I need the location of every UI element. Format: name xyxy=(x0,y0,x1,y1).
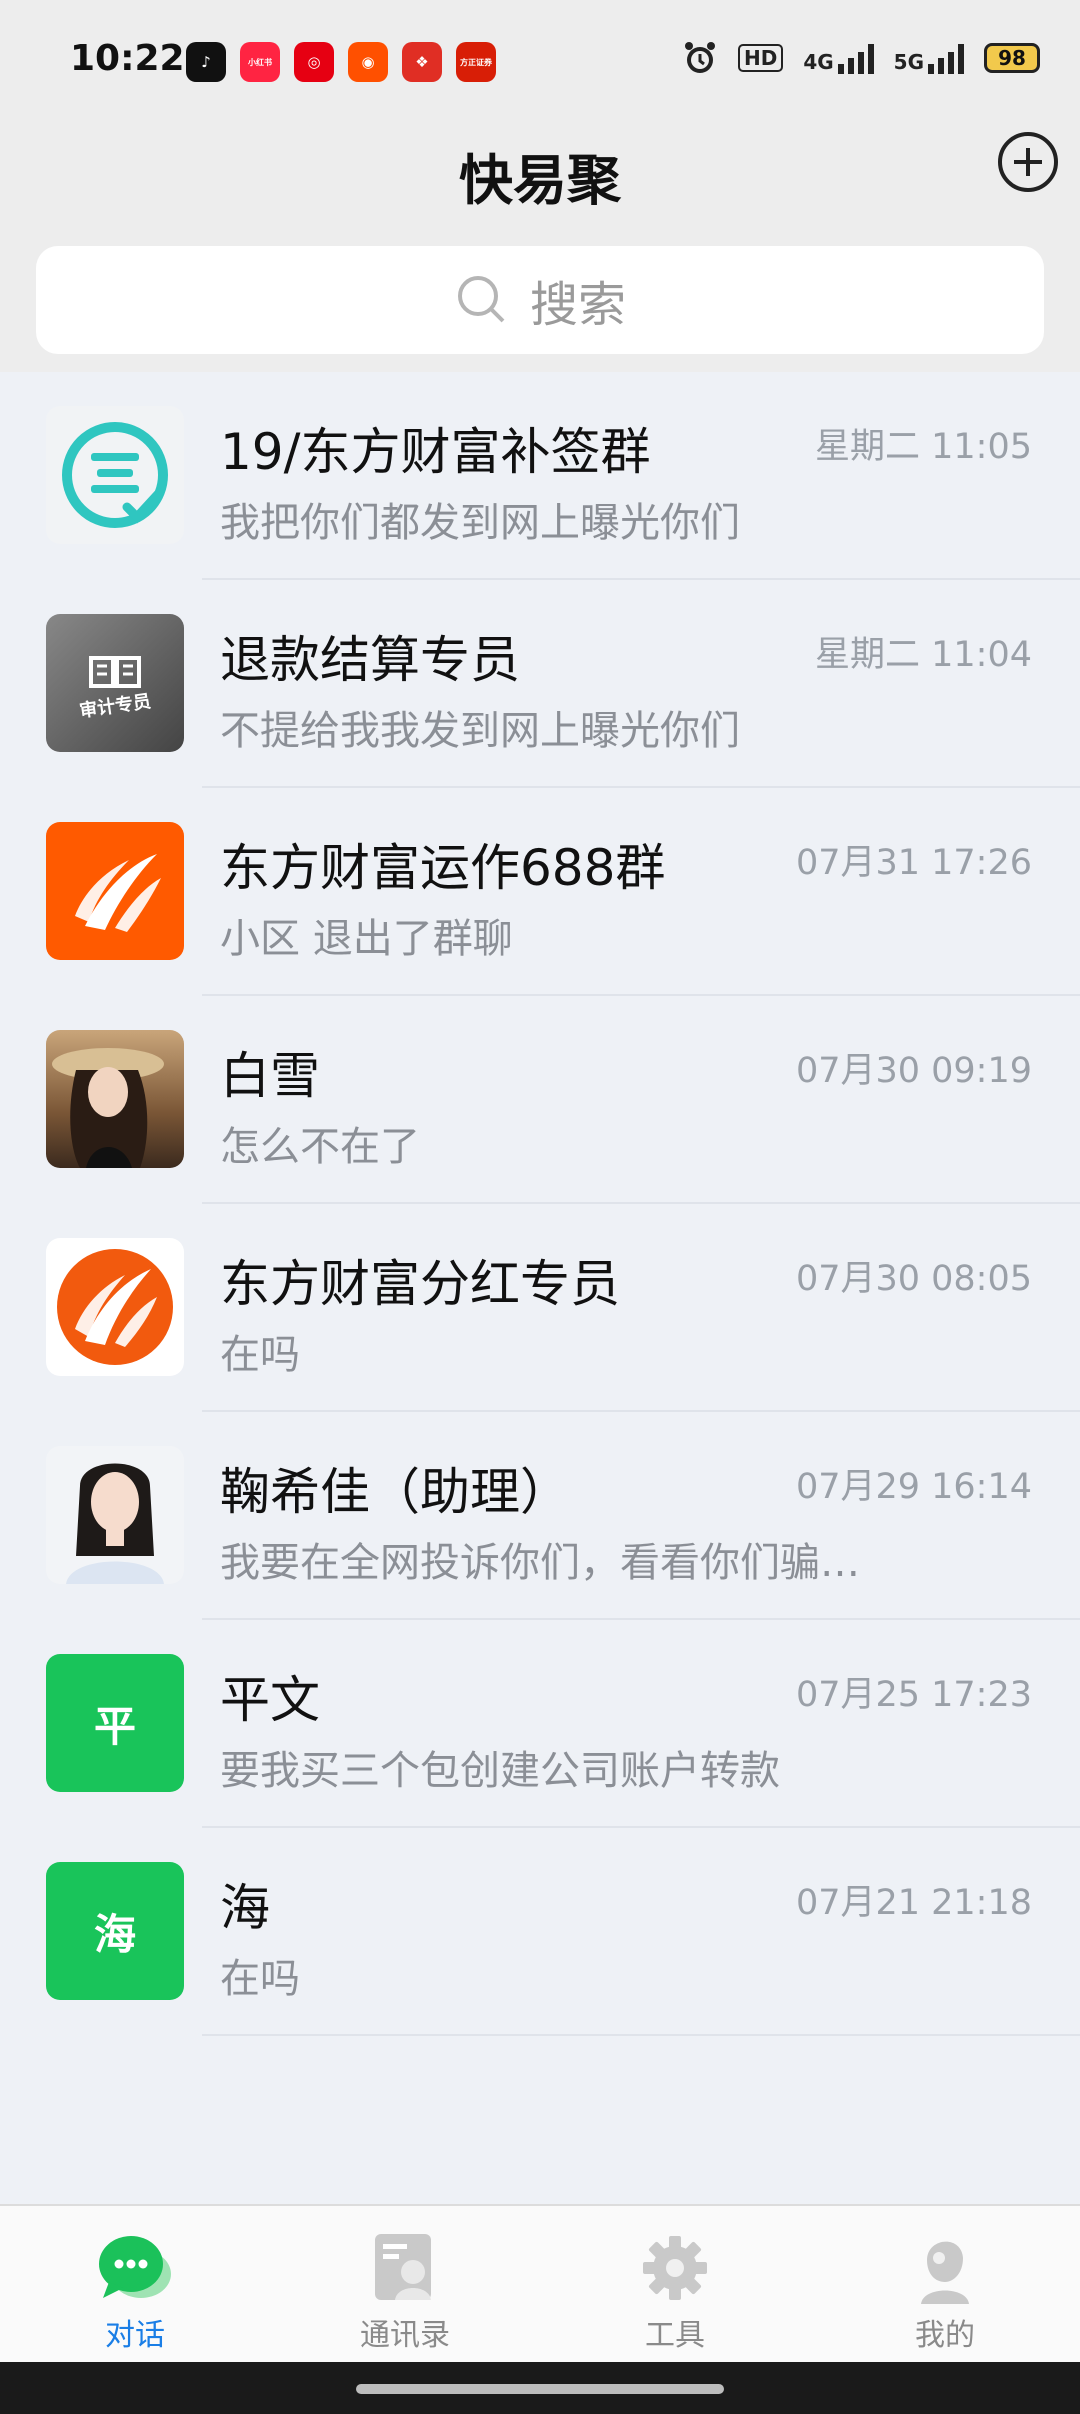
chat-row[interactable]: 鞠希佳（助理） 07月29 16:14 我要在全网投诉你们，看看你们骗… xyxy=(0,1412,1080,1620)
search-icon xyxy=(457,276,505,323)
status-time: 10:22 xyxy=(70,38,185,79)
chat-last-message: 小区 退出了群聊 xyxy=(220,916,513,962)
app-header: 快易聚 xyxy=(0,120,1080,240)
avatar-initial: 平 xyxy=(93,1701,136,1751)
chat-row[interactable]: 平 平文 07月25 17:23 要我买三个包创建公司账户转款 xyxy=(0,1620,1080,1828)
chat-time: 07月30 09:19 xyxy=(795,1051,1032,1091)
sign-badge-icon xyxy=(62,422,168,528)
user-photo xyxy=(66,1463,164,1584)
chat-time: 07月21 21:18 xyxy=(795,1883,1032,1923)
avatar: 海 xyxy=(46,1862,184,2000)
chat-name: 白雪 xyxy=(220,1047,320,1105)
nav-tab-label: 工具 xyxy=(645,2318,705,2353)
status-right: HD 4G 5G 98 xyxy=(682,40,1040,76)
avatar xyxy=(46,1238,184,1376)
gesture-bar xyxy=(0,2362,1080,2414)
chat-list: 19/东方财富补签群 星期二 11:05 我把你们都发到网上曝光你们 审计专员 … xyxy=(0,372,1080,2036)
page-title: 快易聚 xyxy=(459,149,621,212)
nav-tab-label: 对话 xyxy=(105,2318,165,2353)
search-area: 搜索 xyxy=(0,240,1080,372)
chat-last-message: 我把你们都发到网上曝光你们 xyxy=(220,500,740,546)
home-indicator xyxy=(356,2384,724,2394)
chat-name: 鞠希佳（助理） xyxy=(220,1463,570,1521)
profile-icon xyxy=(921,2241,969,2304)
chat-last-message: 怎么不在了 xyxy=(220,1124,420,1170)
chat-time: 星期二 11:04 xyxy=(815,635,1032,675)
signal-5g: 5G xyxy=(894,42,964,74)
gear-icon xyxy=(643,2236,707,2300)
contacts-icon xyxy=(375,2234,431,2300)
add-plus-icon[interactable] xyxy=(996,130,1060,194)
audit-logo-icon xyxy=(89,656,141,688)
battery-indicator: 98 xyxy=(984,43,1040,73)
nav-tab[interactable]: 对话 xyxy=(0,2206,270,2364)
chat-name: 19/东方财富补签群 xyxy=(220,423,651,481)
pinduoduo-icon: ❖ xyxy=(402,42,442,82)
hd-badge: HD xyxy=(737,44,784,72)
nav-tab[interactable]: 通讯录 xyxy=(270,2206,540,2364)
chat-row[interactable]: 东方财富运作688群 07月31 17:26 小区 退出了群聊 xyxy=(0,788,1080,996)
chat-time: 07月25 17:23 xyxy=(795,1675,1032,1715)
chat-row[interactable]: 19/东方财富补签群 星期二 11:05 我把你们都发到网上曝光你们 xyxy=(0,372,1080,580)
avatar xyxy=(46,1446,184,1584)
chat-row[interactable]: 海海 07月21 21:18 在吗 xyxy=(0,1828,1080,2036)
avatar xyxy=(46,1030,184,1168)
nav-tab-label: 我的 xyxy=(915,2318,975,2353)
nav-tab[interactable]: 工具 xyxy=(540,2206,810,2364)
chat-name: 退款结算专员 xyxy=(220,631,520,689)
chat-time: 07月29 16:14 xyxy=(795,1467,1032,1507)
nav-tab-label: 通讯录 xyxy=(360,2318,450,2353)
search-placeholder: 搜索 xyxy=(529,277,626,333)
avatar xyxy=(46,406,184,544)
chat-last-message: 要我买三个包创建公司账户转款 xyxy=(220,1748,780,1794)
notification-icons: ♪ 小红书 ◎ ◉ ❖ 方正证券 xyxy=(186,42,496,82)
chat-last-message: 在吗 xyxy=(220,1956,300,2002)
chat-last-message: 我要在全网投诉你们，看看你们骗… xyxy=(220,1540,860,1586)
chat-row[interactable]: 东方财富分红专员 07月30 08:05 在吗 xyxy=(0,1204,1080,1412)
chat-last-message: 在吗 xyxy=(220,1332,300,1378)
user-photo xyxy=(52,1048,164,1168)
bottom-nav: 对话 通讯录 工具 我的 xyxy=(0,2204,1080,2364)
avatar: 平 xyxy=(46,1654,184,1792)
chat-row[interactable]: 白雪 07月30 09:19 怎么不在了 xyxy=(0,996,1080,1204)
chat-time: 07月30 08:05 xyxy=(795,1259,1032,1299)
audit-label: 审计专员 xyxy=(78,691,153,722)
avatar-initial: 海 xyxy=(93,1909,136,1959)
chat-time: 星期二 11:05 xyxy=(815,427,1032,467)
chat-name: 平文 xyxy=(220,1671,320,1729)
chat-time: 07月31 17:26 xyxy=(795,843,1032,883)
search-input[interactable]: 搜索 xyxy=(36,246,1044,354)
chat-name: 东方财富运作688群 xyxy=(220,839,666,897)
securities-icon: 方正证券 xyxy=(456,42,496,82)
chat-row[interactable]: 审计专员 退款结算专员 星期二 11:04 不提给我我发到网上曝光你们 xyxy=(0,580,1080,788)
chat-last-message: 不提给我我发到网上曝光你们 xyxy=(220,708,740,754)
avatar xyxy=(46,822,184,960)
xiaohongshu-icon: 小红书 xyxy=(240,42,280,82)
eastmoney-logo-icon xyxy=(57,1249,173,1365)
row-divider xyxy=(202,2034,1080,2036)
signal-4g: 4G xyxy=(803,42,874,74)
chat-bubble-icon xyxy=(99,2236,171,2298)
alarm-icon xyxy=(684,42,715,73)
chat-name: 海 xyxy=(220,1879,270,1937)
avatar: 审计专员 xyxy=(46,614,184,752)
status-bar: 10:22 ♪ 小红书 ◎ ◉ ❖ 方正证券 HD 4G 5G 98 xyxy=(0,0,1080,120)
eastmoney-logo-icon xyxy=(75,854,161,932)
nav-tab[interactable]: 我的 xyxy=(810,2206,1080,2364)
kuaishou-icon: ◉ xyxy=(348,42,388,82)
tiktok-icon: ♪ xyxy=(186,42,226,82)
netease-icon: ◎ xyxy=(294,42,334,82)
chat-name: 东方财富分红专员 xyxy=(220,1255,620,1313)
